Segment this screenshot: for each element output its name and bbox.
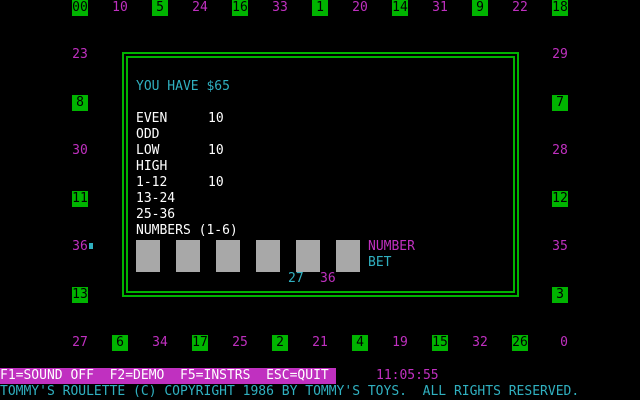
number-value: 36 (320, 271, 336, 286)
wheel-number-top: 24 (192, 0, 208, 15)
number-slot-5[interactable] (296, 240, 320, 272)
wheel-number-top: 10 (112, 0, 128, 15)
bet-low-label[interactable]: LOW (136, 143, 159, 159)
bet-1-12-label[interactable]: 1-12 (136, 175, 167, 191)
wheel-number-bottom: 32 (472, 335, 488, 350)
number-slot-6[interactable] (336, 240, 360, 272)
wheel-number-right: 3 (552, 287, 568, 303)
wheel-number-right: 28 (552, 143, 568, 158)
bet-even-amount: 10 (208, 111, 224, 126)
wheel-number-bottom: 0 (560, 335, 568, 350)
bet-1-12-amount: 10 (208, 175, 224, 190)
wheel-number-top: 9 (472, 0, 488, 16)
clock: 11:05:55 (376, 368, 439, 383)
number-slot-3[interactable] (216, 240, 240, 272)
number-slot-2[interactable] (176, 240, 200, 272)
bet-high-label[interactable]: HIGH (136, 159, 167, 175)
wheel-number-bottom: 15 (432, 335, 448, 351)
text-cursor (89, 243, 93, 249)
number-slot-4[interactable] (256, 240, 280, 272)
wheel-number-bottom: 25 (232, 335, 248, 350)
wheel-number-left: 8 (72, 95, 88, 111)
wheel-number-top: 20 (352, 0, 368, 15)
wheel-number-bottom: 26 (512, 335, 528, 351)
betting-panel: YOU HAVE $65 EVEN 10 ODD LOW 10 HIGH 1-1… (122, 52, 519, 297)
wheel-number-top: 18 (552, 0, 568, 16)
wheel-number-top: 00 (72, 0, 88, 16)
wheel-number-top: 22 (512, 0, 528, 15)
wheel-number-top: 14 (392, 0, 408, 16)
bet-label: BET (368, 255, 392, 270)
number-value: 27 (288, 271, 304, 286)
wheel-number-bottom: 4 (352, 335, 368, 351)
wheel-number-bottom: 21 (312, 335, 328, 350)
number-label: NUMBER (368, 239, 415, 254)
wheel-number-left: 36 (72, 239, 88, 254)
copyright-line: TOMMY'S ROULETTE (C) COPYRIGHT 1986 BY T… (0, 384, 580, 399)
bet-low-amount: 10 (208, 143, 224, 158)
wheel-number-right: 12 (552, 191, 568, 207)
wheel-number-bottom: 6 (112, 335, 128, 351)
wheel-number-right: 29 (552, 47, 568, 62)
wheel-number-bottom: 17 (192, 335, 208, 351)
numbers-label: NUMBERS (1-6) (136, 223, 238, 238)
wheel-number-right: 7 (552, 95, 568, 111)
wheel-number-top: 16 (232, 0, 248, 16)
wheel-number-bottom: 34 (152, 335, 168, 350)
function-key-bar[interactable]: F1=SOUND OFF F2=DEMO F5=INSTRS ESC=QUIT (0, 368, 336, 384)
wheel-number-bottom: 19 (392, 335, 408, 350)
bet-13-24-label[interactable]: 13-24 (136, 191, 175, 207)
bet-even-label[interactable]: EVEN (136, 111, 167, 127)
wheel-number-top: 1 (312, 0, 328, 16)
wheel-number-top: 33 (272, 0, 288, 15)
wheel-number-left: 23 (72, 47, 88, 62)
number-slot-1[interactable] (136, 240, 160, 272)
wheel-number-left: 30 (72, 143, 88, 158)
wheel-number-right: 35 (552, 239, 568, 254)
wheel-number-left: 11 (72, 191, 88, 207)
bet-25-36-label[interactable]: 25-36 (136, 207, 175, 223)
bet-odd-label[interactable]: ODD (136, 127, 159, 143)
wheel-number-top: 5 (152, 0, 168, 16)
wheel-number-bottom: 27 (72, 335, 88, 350)
wheel-number-top: 31 (432, 0, 448, 15)
wheel-number-bottom: 2 (272, 335, 288, 351)
wheel-number-left: 13 (72, 287, 88, 303)
balance-text: YOU HAVE $65 (136, 79, 230, 94)
